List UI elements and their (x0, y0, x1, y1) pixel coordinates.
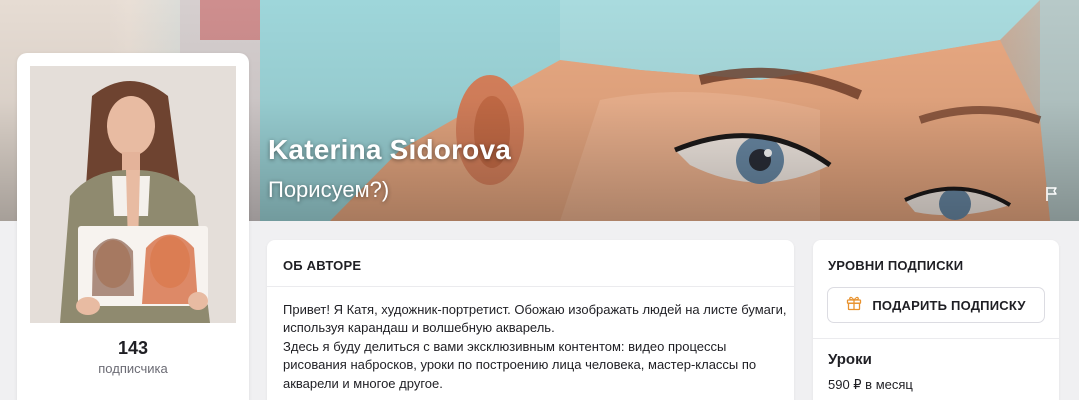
subscription-tiers-card: УРОВНИ ПОДПИСКИ ПОДАРИТЬ ПОДПИСКУ Уроки … (813, 240, 1059, 400)
about-paragraph: Здесь я буду делиться с вами эксклюзивны… (283, 338, 757, 391)
flag-icon[interactable] (1044, 186, 1060, 202)
about-text: Привет! Я Катя, художник-портретист. Обо… (283, 301, 788, 393)
gift-icon (846, 295, 862, 316)
tier-price: 590 ₽ в месяц (828, 377, 913, 392)
gift-subscription-button[interactable]: ПОДАРИТЬ ПОДПИСКУ (827, 287, 1045, 323)
creator-tagline: Порисуем?) (268, 177, 390, 202)
avatar[interactable] (30, 66, 236, 323)
creator-name: Katerina Sidorova (268, 134, 512, 165)
divider (813, 338, 1059, 339)
subscribers-label: подписчика (98, 361, 168, 376)
tiers-title: УРОВНИ ПОДПИСКИ (828, 258, 964, 273)
divider (267, 286, 794, 287)
about-card: ОБ АВТОРЕ Привет! Я Катя, художник-портр… (267, 240, 794, 400)
about-paragraph: Привет! Я Катя, художник-портретист. Обо… (283, 302, 787, 336)
gift-button-label: ПОДАРИТЬ ПОДПИСКУ (872, 297, 1026, 313)
subscribers-count: 143 (117, 338, 149, 358)
profile-card: 143 подписчика (17, 53, 249, 400)
about-title: ОБ АВТОРЕ (283, 258, 362, 273)
tier-name[interactable]: Уроки (828, 351, 872, 368)
